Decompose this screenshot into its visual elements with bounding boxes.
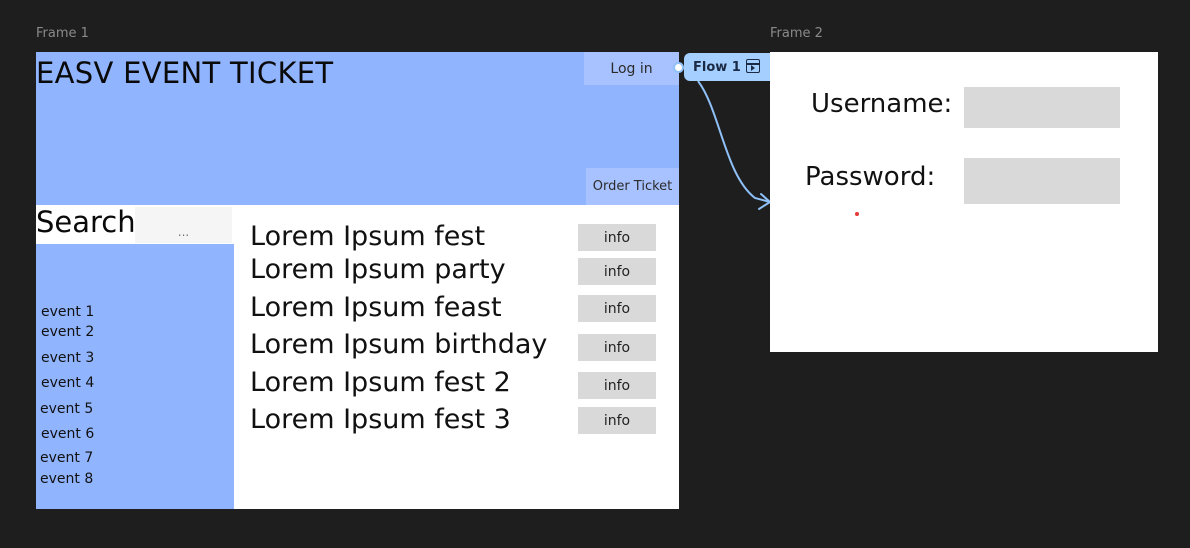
password-label: Password: bbox=[805, 162, 936, 192]
play-prototype-icon[interactable] bbox=[746, 59, 760, 73]
password-field[interactable] bbox=[964, 158, 1120, 204]
username-label: Username: bbox=[811, 89, 953, 119]
flow-start-handle[interactable] bbox=[673, 62, 684, 73]
frame-2: Username: Password: bbox=[770, 52, 1158, 352]
username-field[interactable] bbox=[964, 87, 1120, 128]
flow-label: Flow 1 bbox=[693, 59, 741, 75]
flow-connector-line bbox=[697, 80, 771, 203]
cursor-marker bbox=[855, 212, 859, 216]
